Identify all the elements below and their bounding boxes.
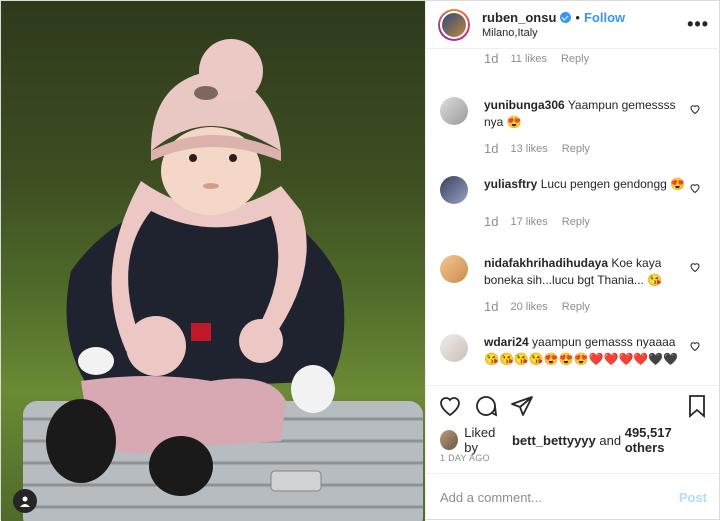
author-username[interactable]: ruben_onsu: [482, 10, 556, 25]
tagged-user-icon[interactable]: [13, 489, 37, 513]
liked-by-user[interactable]: bett_bettyyyy: [512, 433, 596, 448]
commenter-username[interactable]: yuliasftry: [484, 177, 537, 191]
post-date[interactable]: 1 DAY AGO: [440, 453, 490, 463]
liked-by-prefix: Liked by: [464, 425, 496, 455]
like-comment-heart-icon[interactable]: [689, 103, 701, 115]
verified-badge-icon: [560, 12, 572, 23]
comment-emoji: 😘: [647, 273, 663, 287]
person-icon: [20, 496, 30, 507]
comment-age[interactable]: 1d: [484, 51, 498, 66]
post-location[interactable]: Milano,Italy: [482, 27, 687, 39]
comment-item: yunibunga306 Yaampun gemessss nya 😍 1d 1…: [440, 97, 707, 156]
add-comment-bar: Add a comment... Post: [426, 473, 720, 521]
comment-item: 1d 11 likes Reply: [440, 49, 707, 66]
post-comment-button[interactable]: Post: [679, 490, 707, 505]
comment-likes[interactable]: 17 likes: [510, 216, 547, 228]
commenter-avatar[interactable]: [440, 255, 468, 283]
commenter-username[interactable]: yunibunga306: [484, 98, 565, 112]
comment-age[interactable]: 1d: [484, 214, 498, 229]
liked-by-and: and: [599, 432, 622, 448]
likes-summary: Liked by bett_bettyyyy and 495,517 other…: [440, 425, 707, 455]
comment-item: wdari24 yaampun gemasss nyaaaa 😘😘😘😘😍😍😍❤️…: [440, 334, 707, 368]
save-bookmark-icon[interactable]: [685, 394, 709, 418]
instagram-post-modal: ruben_onsu • Follow Milano,Italy ••• 1d …: [0, 0, 720, 521]
reply-button[interactable]: Reply: [562, 216, 590, 228]
comment-text: Lucu pengen gendongg: [540, 177, 667, 191]
commenter-avatar[interactable]: [440, 334, 468, 362]
post-sidebar: ruben_onsu • Follow Milano,Italy ••• 1d …: [425, 1, 720, 521]
comment-age[interactable]: 1d: [484, 299, 498, 314]
like-comment-heart-icon[interactable]: [689, 261, 701, 273]
like-heart-icon[interactable]: [438, 394, 462, 418]
commenter-avatar[interactable]: [440, 97, 468, 125]
likes-count[interactable]: 495,517 others: [625, 425, 707, 455]
comments-list[interactable]: 1d 11 likes Reply yunibunga306 Yaampun g…: [426, 49, 720, 385]
commenter-avatar[interactable]: [440, 176, 468, 204]
comment-text: yaampun gemasss nyaaaa: [532, 335, 676, 349]
add-comment-input[interactable]: Add a comment...: [440, 490, 679, 505]
comment-emoji: 😘😘😘😘😍😍😍❤️❤️❤️❤️🖤🖤: [484, 352, 679, 366]
post-actions-bar: [426, 385, 720, 425]
comment-bubble-icon[interactable]: [474, 394, 498, 418]
comment-item: nidafakhrihadihudaya Koe kaya boneka sih…: [440, 255, 707, 314]
commenter-username[interactable]: wdari24: [484, 335, 529, 349]
comment-likes[interactable]: 13 likes: [510, 143, 547, 155]
more-options-button[interactable]: •••: [687, 14, 709, 35]
commenter-username[interactable]: nidafakhrihadihudaya: [484, 256, 608, 270]
comment-likes[interactable]: 11 likes: [510, 53, 546, 65]
baby-on-suitcase-image: [23, 39, 423, 521]
follow-button[interactable]: Follow: [584, 10, 625, 25]
reply-button[interactable]: Reply: [561, 53, 589, 65]
reply-button[interactable]: Reply: [562, 301, 590, 313]
like-comment-heart-icon[interactable]: [689, 340, 701, 352]
comment-likes[interactable]: 20 likes: [510, 301, 547, 313]
comment-emoji: 😍: [670, 177, 686, 191]
author-avatar[interactable]: [438, 8, 470, 41]
post-photo[interactable]: [1, 1, 425, 521]
reply-button[interactable]: Reply: [562, 143, 590, 155]
comment-emoji: 😍: [506, 115, 522, 129]
separator-dot: •: [575, 10, 580, 25]
liker-avatar[interactable]: [440, 430, 459, 450]
like-comment-heart-icon[interactable]: [689, 182, 701, 194]
post-header: ruben_onsu • Follow Milano,Italy •••: [426, 1, 720, 49]
comment-age[interactable]: 1d: [484, 141, 498, 156]
comment-item: yuliasftry Lucu pengen gendongg 😍 1d 17 …: [440, 176, 707, 229]
share-paper-plane-icon[interactable]: [510, 394, 534, 418]
